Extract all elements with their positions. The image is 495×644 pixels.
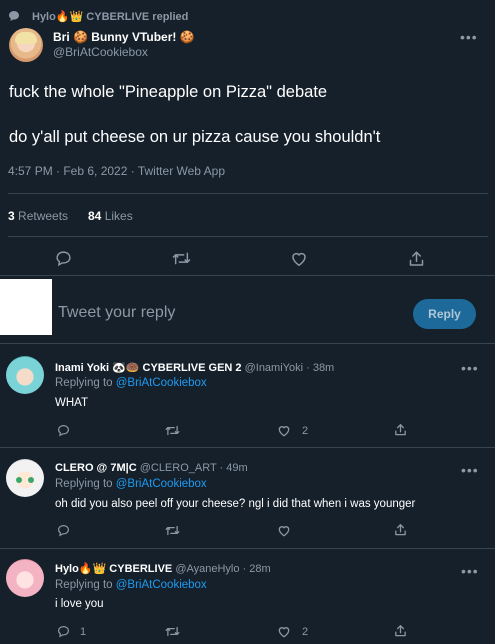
reply-icon[interactable]	[57, 524, 70, 537]
share-icon[interactable]	[408, 250, 425, 268]
more-icon[interactable]: •••	[461, 463, 479, 477]
reply-icon[interactable]	[57, 424, 70, 437]
likes-count: 84	[88, 209, 102, 223]
more-icon[interactable]: •••	[461, 361, 479, 375]
divider	[0, 548, 495, 549]
reply-text: WHAT	[55, 397, 89, 409]
reply-text: oh did you also peel off your cheese? ng…	[55, 498, 416, 510]
retweet-icon[interactable]	[165, 424, 180, 437]
more-icon[interactable]: •••	[460, 30, 478, 44]
avatar[interactable]	[6, 459, 44, 497]
heart-icon[interactable]	[277, 524, 291, 537]
reply-text: i love you	[55, 598, 104, 610]
heart-icon[interactable]	[277, 625, 291, 638]
more-icon[interactable]: •••	[461, 564, 479, 578]
retweet-icon[interactable]	[165, 625, 180, 638]
divider	[0, 343, 495, 344]
replied-context: Hylo🔥👑 CYBERLIVE replied	[8, 8, 188, 24]
like-count: 2	[302, 626, 309, 638]
retweets-count: 3	[8, 209, 15, 223]
avatar[interactable]	[6, 559, 44, 597]
retweet-icon[interactable]	[165, 524, 180, 537]
divider	[8, 236, 488, 237]
replying-to-handle[interactable]: @BriAtCookiebox	[116, 377, 207, 389]
divider	[0, 275, 495, 276]
author-name[interactable]: Bri 🍪 Bunny VTuber! 🍪	[53, 30, 195, 44]
avatar[interactable]	[6, 356, 44, 394]
reply-count: 1	[80, 626, 87, 638]
divider	[0, 447, 495, 448]
avatar[interactable]	[9, 28, 43, 62]
speech-bubble-icon	[8, 10, 20, 22]
reply-icon[interactable]	[55, 250, 72, 267]
retweets-label: Retweets	[18, 209, 69, 223]
retweet-icon[interactable]	[172, 250, 191, 267]
reply-input[interactable]: Tweet your reply	[58, 304, 175, 322]
reply-author-line: Inami Yoki 🐼🍩 CYBERLIVE GEN 2 @InamiYoki…	[55, 361, 334, 374]
reply-author-name[interactable]: Inami Yoki 🐼🍩 CYBERLIVE GEN 2	[55, 362, 242, 374]
replying-to: Replying to @BriAtCookiebox	[55, 478, 207, 490]
likes-stat[interactable]: 84 Likes	[88, 209, 133, 223]
tweet-text-line-1: fuck the whole "Pineapple on Pizza" deba…	[9, 83, 328, 101]
like-count: 2	[302, 425, 309, 437]
heart-icon[interactable]	[290, 250, 308, 267]
share-icon[interactable]	[394, 423, 407, 437]
replying-to-label: Replying to	[55, 377, 113, 389]
reply-author-line: Hylo🔥👑 CYBERLIVE @AyaneHylo · 28m	[55, 562, 271, 575]
replying-to-label: Replying to	[55, 579, 113, 591]
heart-icon[interactable]	[277, 424, 291, 437]
reply-author-name[interactable]: CLERO @ 7M|C	[55, 462, 137, 474]
reply-author-line: CLERO @ 7M|C @CLERO_ART · 49m	[55, 462, 248, 474]
replying-to-handle[interactable]: @BriAtCookiebox	[116, 579, 207, 591]
retweets-stat[interactable]: 3 Retweets	[8, 209, 68, 223]
tweet-timestamp[interactable]: 4:57 PM · Feb 6, 2022 · Twitter Web App	[8, 164, 225, 178]
replying-to: Replying to @BriAtCookiebox	[55, 377, 207, 389]
reply-author-name[interactable]: Hylo🔥👑 CYBERLIVE	[55, 563, 172, 575]
reply-icon[interactable]	[57, 625, 70, 638]
likes-label: Likes	[104, 209, 133, 223]
replying-to: Replying to @BriAtCookiebox	[55, 579, 207, 591]
reply-button[interactable]: Reply	[413, 299, 476, 329]
share-icon[interactable]	[394, 624, 407, 638]
replying-to-handle[interactable]: @BriAtCookiebox	[116, 478, 207, 490]
reply-handle-time[interactable]: @InamiYoki · 38m	[245, 362, 335, 374]
share-icon[interactable]	[394, 523, 407, 537]
tweet-text-line-2: do y'all put cheese on ur pizza cause yo…	[9, 128, 381, 146]
reply-handle-time[interactable]: @CLERO_ART · 49m	[140, 462, 248, 474]
replying-to-label: Replying to	[55, 478, 113, 490]
author-handle[interactable]: @BriAtCookiebox	[53, 45, 148, 59]
divider	[8, 193, 488, 194]
reply-handle-time[interactable]: @AyaneHylo · 28m	[175, 563, 270, 575]
replied-context-text[interactable]: Hylo🔥👑 CYBERLIVE replied	[32, 10, 188, 23]
composer-avatar	[0, 279, 52, 335]
